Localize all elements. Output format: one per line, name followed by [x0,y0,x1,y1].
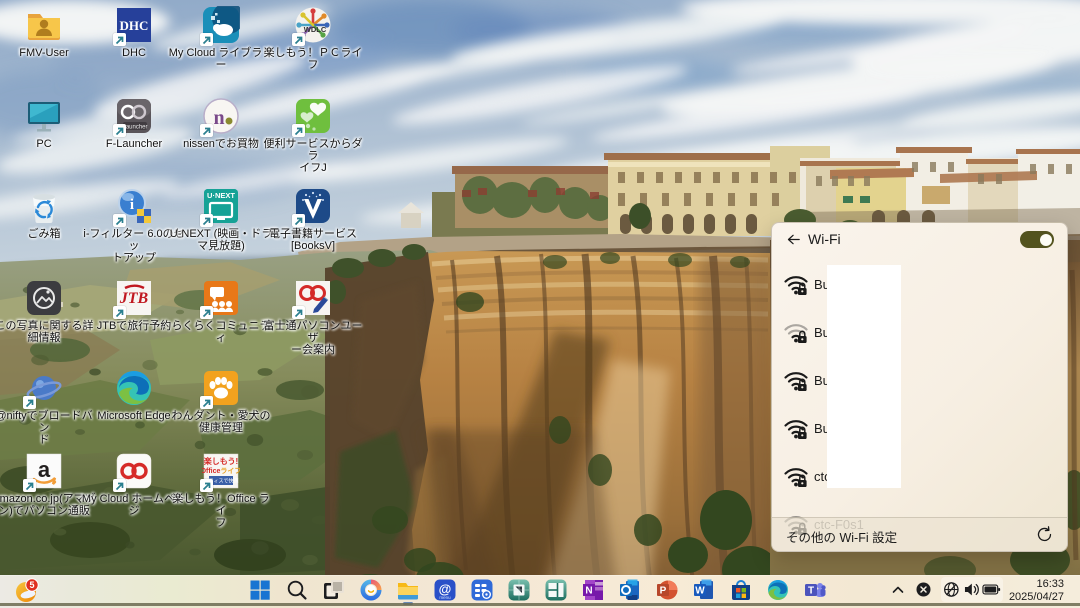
svg-text:Officeライフ: Officeライフ [202,467,240,475]
svg-text:menu: menu [439,595,451,600]
svg-text:N: N [585,586,592,597]
svg-text:U·NEXT: U·NEXT [207,191,235,200]
svg-text:Launcher: Launcher [122,125,147,131]
svg-text:DHC: DHC [120,18,149,33]
svg-text:WDLC: WDLC [304,25,327,34]
svg-text:楽しもう!: 楽しもう! [203,456,238,466]
svg-text:T: T [808,586,814,597]
svg-text:JTB: JTB [119,290,149,307]
svg-text:P: P [660,586,667,597]
svg-text:W: W [695,586,705,597]
svg-text:5: 5 [29,580,34,590]
svg-text:i: i [130,197,134,213]
svg-text:n: n [213,107,224,129]
svg-text:a: a [38,457,51,482]
